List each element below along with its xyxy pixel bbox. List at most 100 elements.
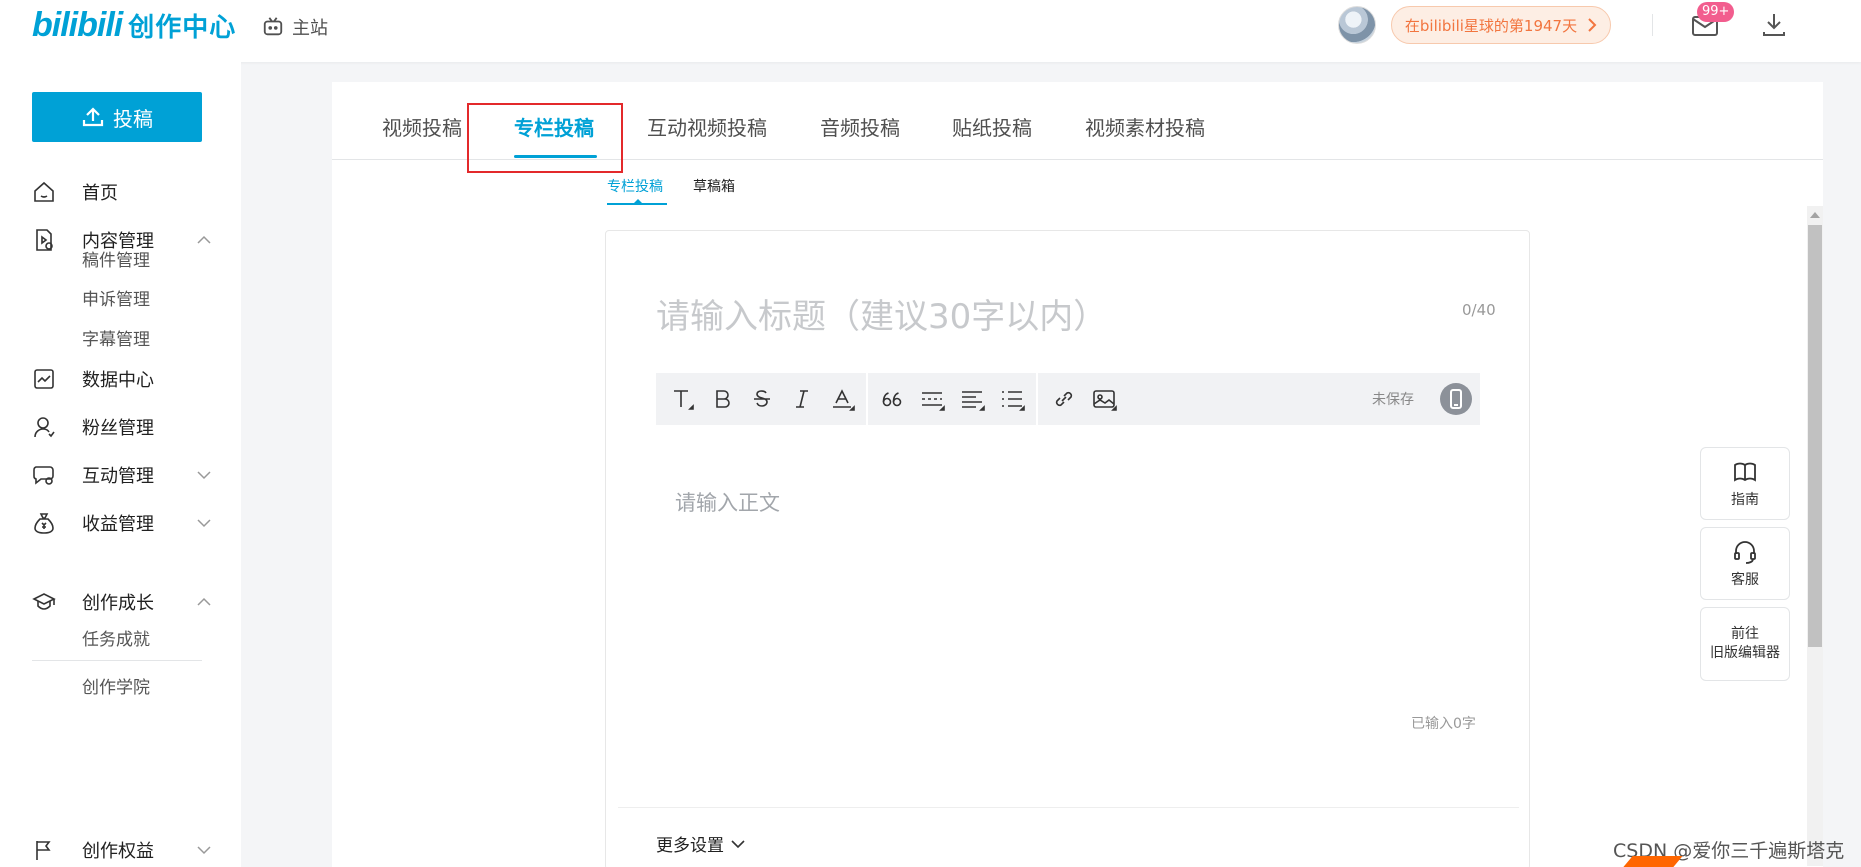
- subtab-article[interactable]: 专栏投稿: [607, 176, 663, 196]
- tab-interactive-video[interactable]: 互动视频投稿: [647, 112, 767, 141]
- sidebar-item-label: 粉丝管理: [82, 418, 154, 439]
- download-icon[interactable]: [1760, 10, 1788, 38]
- divider-line-icon[interactable]: [918, 385, 946, 413]
- editor-toolbar: 未保存: [656, 373, 1480, 425]
- active-subtab-underline: [607, 203, 667, 205]
- upload-button[interactable]: 投稿: [32, 92, 202, 142]
- sidebar-subitem-appeals[interactable]: 申诉管理: [82, 285, 150, 310]
- home-icon: [34, 181, 54, 202]
- title-char-count: 0/40: [1462, 301, 1496, 319]
- guide-button[interactable]: 指南: [1700, 447, 1790, 520]
- sidebar-subitem-subtitles[interactable]: 字幕管理: [82, 325, 150, 350]
- corner-decoration: [1623, 856, 1683, 867]
- link-icon[interactable]: [1050, 385, 1078, 413]
- content-icon: [36, 229, 53, 251]
- list-icon[interactable]: [998, 385, 1026, 413]
- sidebar-divider: [32, 660, 202, 661]
- quote-icon[interactable]: [878, 385, 906, 413]
- chat-icon: [33, 466, 54, 485]
- main-site-label: 主站: [292, 18, 328, 39]
- sidebar-item-data[interactable]: 数据中心: [32, 364, 212, 394]
- chevron-down-icon: [731, 839, 745, 848]
- chevron-up-icon: [197, 597, 211, 606]
- sidebar-item-label: 首页: [82, 183, 118, 204]
- title-input[interactable]: 请输入标题（建议30字以内）: [656, 289, 1107, 338]
- tv-icon: [263, 17, 283, 36]
- sidebar-item-label: 收益管理: [82, 514, 154, 535]
- logo-brand: bilibili: [32, 6, 123, 44]
- chevron-down-icon: [197, 471, 211, 480]
- sidebar-item-label: 数据中心: [82, 370, 154, 391]
- sidebar-item-rights[interactable]: 创作权益: [32, 835, 212, 865]
- word-count: 已输入0字: [1411, 716, 1476, 732]
- chevron-up-icon: [197, 235, 211, 244]
- sidebar-item-growth[interactable]: 创作成长: [32, 587, 212, 617]
- font-color-icon[interactable]: [828, 385, 856, 413]
- sidebar-subitem-academy[interactable]: 创作学院: [82, 673, 150, 698]
- chevron-down-icon: [197, 846, 211, 855]
- sidebar-subitem-manuscripts[interactable]: 稿件管理: [82, 246, 150, 271]
- more-settings-toggle[interactable]: 更多设置: [656, 831, 746, 856]
- phone-icon: [1450, 389, 1462, 409]
- graduation-icon: [32, 593, 56, 610]
- heading-icon[interactable]: [668, 385, 696, 413]
- guide-label: 指南: [1731, 491, 1759, 508]
- sidebar-item-income[interactable]: 收益管理: [32, 508, 212, 538]
- align-icon[interactable]: [958, 385, 986, 413]
- sidebar-item-label: 创作成长: [82, 593, 154, 614]
- save-status: 未保存: [1372, 392, 1414, 408]
- strikethrough-icon[interactable]: [748, 385, 776, 413]
- money-bag-icon: [34, 513, 54, 534]
- old-editor-line2: 旧版编辑器: [1710, 645, 1780, 661]
- logo[interactable]: bilibili 创作中心: [32, 6, 236, 45]
- more-settings-label: 更多设置: [656, 836, 724, 856]
- sidebar-item-label: 创作权益: [82, 841, 154, 862]
- days-text: 在bilibili星球的第1947天: [1404, 16, 1578, 35]
- sidebar-item-label: 互动管理: [82, 466, 154, 487]
- mail-badge: 99+: [1697, 2, 1735, 22]
- chart-icon: [34, 369, 54, 389]
- top-bar: bilibili 创作中心 主站 在bilibili星球的第1947天 99+: [0, 0, 1861, 62]
- mobile-preview-button[interactable]: [1440, 383, 1472, 415]
- logo-sub: 创作中心: [128, 13, 237, 43]
- subtab-drafts[interactable]: 草稿箱: [693, 176, 735, 196]
- main-panel: 视频投稿 专栏投稿 互动视频投稿 音频投稿 贴纸投稿 视频素材投稿 专栏投稿 草…: [332, 82, 1823, 867]
- image-icon[interactable]: [1090, 385, 1118, 413]
- old-editor-line1: 前往: [1731, 626, 1759, 642]
- scrollbar-thumb[interactable]: [1808, 225, 1822, 647]
- flag-icon: [36, 841, 51, 860]
- sidebar-item-home[interactable]: 首页: [32, 177, 212, 207]
- days-badge[interactable]: 在bilibili星球的第1947天: [1391, 6, 1611, 44]
- customer-service-button[interactable]: 客服: [1700, 527, 1790, 600]
- tab-video[interactable]: 视频投稿: [382, 112, 462, 141]
- upload-icon: [82, 107, 104, 127]
- tab-sticker[interactable]: 贴纸投稿: [952, 112, 1032, 141]
- tab-audio[interactable]: 音频投稿: [820, 112, 900, 141]
- avatar[interactable]: [1338, 6, 1376, 44]
- main-site-link[interactable]: 主站: [262, 14, 328, 40]
- headset-icon: [1734, 540, 1756, 564]
- scroll-up-arrow-icon[interactable]: [1810, 212, 1820, 218]
- old-editor-button[interactable]: 前往 旧版编辑器: [1700, 607, 1790, 681]
- user-icon: [34, 417, 55, 438]
- divider: [1652, 14, 1653, 36]
- highlight-box: [467, 103, 623, 173]
- italic-icon[interactable]: [788, 385, 816, 413]
- editor-divider: [618, 807, 1519, 808]
- sidebar-item-fans[interactable]: 粉丝管理: [32, 412, 212, 442]
- service-label: 客服: [1731, 571, 1759, 588]
- sidebar-subitem-tasks[interactable]: 任务成就: [82, 625, 150, 650]
- chevron-down-icon: [197, 519, 211, 528]
- article-editor: 请输入标题（建议30字以内） 0/40 未保存 请输入正文 已输入0字 更多设置: [605, 230, 1530, 867]
- toolbar-separator: [866, 373, 868, 425]
- subtabs: 专栏投稿 草稿箱: [607, 176, 735, 196]
- caret-up-icon: [634, 199, 642, 203]
- sidebar-item-interaction[interactable]: 互动管理: [32, 460, 212, 490]
- tab-video-material[interactable]: 视频素材投稿: [1085, 112, 1205, 141]
- chevron-right-icon: [1588, 18, 1597, 32]
- bold-icon[interactable]: [708, 385, 736, 413]
- toolbar-separator: [1036, 373, 1038, 425]
- upload-label: 投稿: [113, 106, 153, 131]
- body-input[interactable]: 请输入正文: [675, 487, 780, 517]
- book-icon: [1734, 462, 1756, 482]
